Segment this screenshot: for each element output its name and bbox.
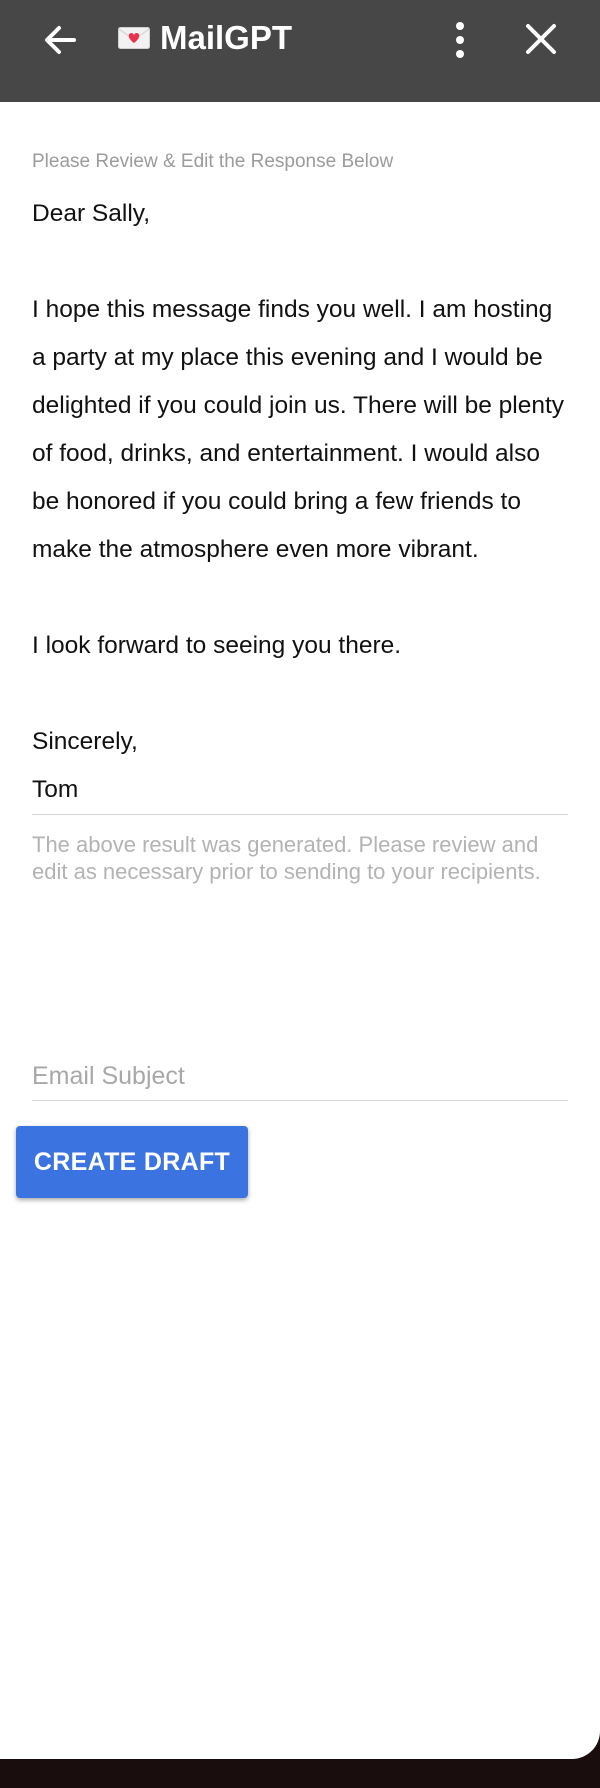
close-button[interactable] — [522, 20, 560, 58]
vertical-dots-icon — [456, 22, 464, 58]
back-button[interactable] — [40, 20, 80, 60]
love-letter-icon — [118, 27, 150, 49]
review-label: Please Review & Edit the Response Below — [32, 151, 394, 172]
mailgpt-panel: MailGPT Please Review & Edit the Respons… — [0, 0, 600, 1759]
response-editor[interactable]: Dear Sally, I hope this message finds yo… — [32, 190, 568, 815]
app-header: MailGPT — [0, 0, 600, 102]
create-draft-button[interactable]: CREATE DRAFT — [16, 1126, 248, 1198]
email-subject-input[interactable] — [32, 1052, 568, 1101]
app-title-text: MailGPT — [160, 19, 293, 56]
close-icon — [526, 24, 556, 54]
review-section: Please Review & Edit the Response Below … — [32, 150, 568, 885]
arrow-left-icon — [45, 26, 76, 54]
app-title: MailGPT — [118, 16, 292, 60]
more-options-button[interactable] — [446, 18, 474, 62]
helper-text: The above result was generated. Please r… — [32, 832, 541, 884]
